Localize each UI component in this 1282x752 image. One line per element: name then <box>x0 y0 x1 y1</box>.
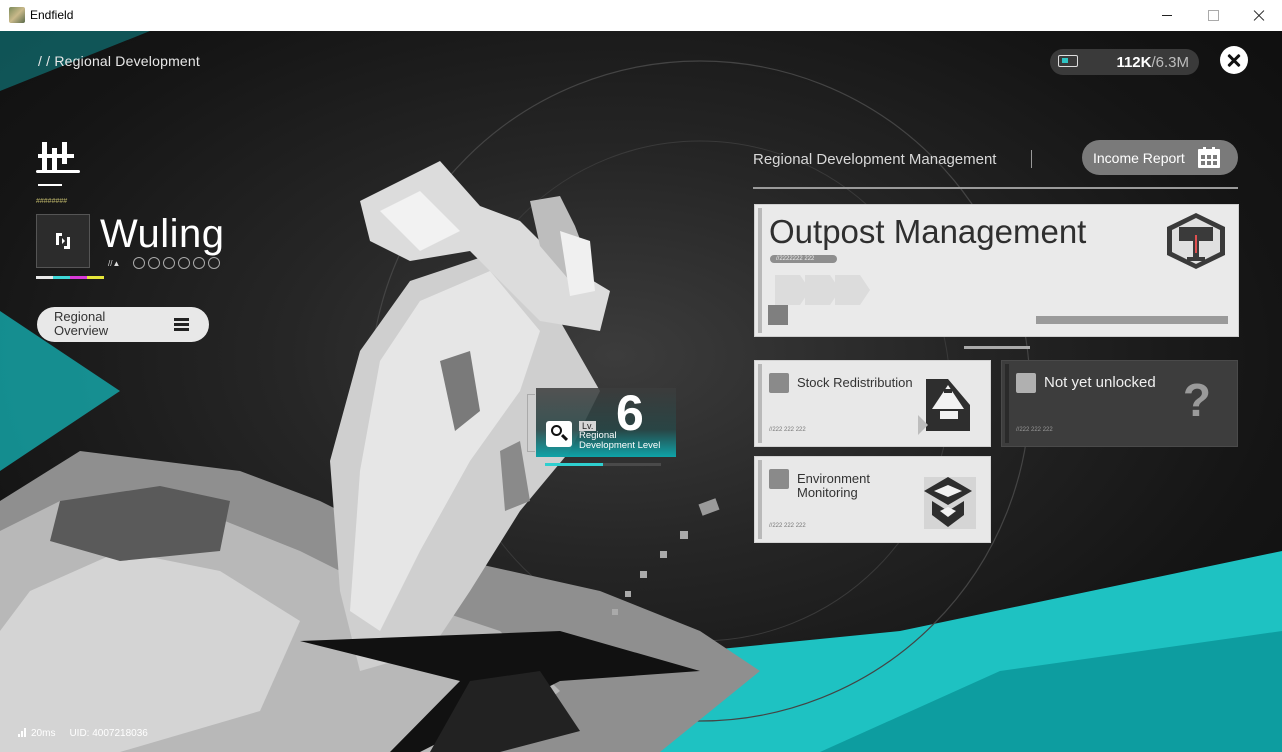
tile-code: //222 222 222 <box>1016 427 1053 433</box>
outpost-emblem-icon <box>1167 213 1225 269</box>
calendar-icon <box>1198 147 1220 168</box>
game-viewport: / / Regional Development 112K/6.3M #####… <box>0 31 1282 752</box>
region-stripes: ######## <box>36 198 68 205</box>
tile-label: Stock Redistribution <box>797 375 913 390</box>
card-divider <box>964 346 1030 349</box>
tile-code: //222 222 222 <box>769 523 806 529</box>
progress-dot <box>133 257 145 269</box>
tile-environment-monitoring[interactable]: Environment Monitoring //222 222 222 <box>754 456 991 543</box>
region-progress-dots <box>133 256 223 274</box>
level-progress-bar <box>545 463 661 466</box>
watermark-pattern <box>775 275 870 305</box>
search-icon[interactable] <box>546 421 572 447</box>
tile-code: //222 222 222 <box>769 427 806 433</box>
breadcrumb: / / Regional Development <box>38 53 200 69</box>
region-badge <box>36 214 90 268</box>
progress-dot <box>163 257 175 269</box>
currency-current: 112K <box>1116 54 1152 71</box>
stock-tile-icon <box>769 373 789 393</box>
income-report-label: Income Report <box>1093 150 1185 166</box>
regional-overview-button[interactable]: Regional Overview <box>37 307 209 342</box>
outpost-title: Outpost Management <box>769 213 1087 250</box>
signal-icon <box>18 728 28 737</box>
user-uid: UID: 4007218036 <box>69 728 148 739</box>
maximize-button[interactable] <box>1190 0 1236 31</box>
question-mark-icon: ? <box>1182 374 1211 426</box>
header-divider <box>753 187 1238 189</box>
tile-label: Environment Monitoring <box>797 471 870 500</box>
locked-tile-icon <box>1016 373 1036 393</box>
progress-dot <box>208 257 220 269</box>
progress-dot <box>148 257 160 269</box>
level-value: 6 <box>616 385 644 441</box>
window-close-button[interactable] <box>1236 0 1282 31</box>
menu-icon <box>174 318 189 331</box>
income-report-button[interactable]: Income Report <box>1082 140 1238 175</box>
progress-dot <box>193 257 205 269</box>
region-name: Wuling <box>100 212 225 256</box>
currency-counter: 112K/6.3M <box>1050 49 1199 75</box>
ping-value: 20ms <box>31 728 56 739</box>
region-color-bar <box>36 276 104 279</box>
close-x-icon[interactable] <box>1220 46 1248 74</box>
level-bracket <box>527 394 535 452</box>
outpost-progress-bar <box>1036 316 1228 324</box>
outpost-hex-icon <box>768 305 788 325</box>
environment-monitoring-icon <box>924 477 976 529</box>
region-swap-icon <box>56 233 70 249</box>
tile-label: Not yet unlocked <box>1044 374 1156 391</box>
tile-stock-redistribution[interactable]: Stock Redistribution //222 222 222 <box>754 360 991 447</box>
region-emblem-icon <box>36 142 80 186</box>
tile-locked[interactable]: Not yet unlocked //222 222 222 ? <box>1001 360 1238 447</box>
environment-tile-icon <box>769 469 789 489</box>
window-title: Endfield <box>30 8 74 22</box>
outpost-management-card[interactable]: Outpost Management //2222222 222 <box>754 204 1239 337</box>
progress-dot <box>178 257 190 269</box>
status-bar: 20ms UID: 4007218036 <box>18 728 148 739</box>
outpost-code: //2222222 222 <box>770 255 837 263</box>
window-titlebar: Endfield <box>0 0 1282 32</box>
currency-max: /6.3M <box>1151 54 1189 71</box>
development-level-panel[interactable]: Lv. Regional Development Level 6 <box>536 385 676 457</box>
regional-overview-label: Regional Overview <box>54 309 109 338</box>
region-subtext: //▲ <box>108 259 121 268</box>
stock-bill-icon <box>1058 55 1078 67</box>
app-icon <box>9 7 25 23</box>
minimize-button[interactable] <box>1144 0 1190 31</box>
title-separator <box>1031 150 1032 168</box>
management-title: Regional Development Management <box>753 151 997 168</box>
stock-redistribution-icon <box>918 379 970 435</box>
